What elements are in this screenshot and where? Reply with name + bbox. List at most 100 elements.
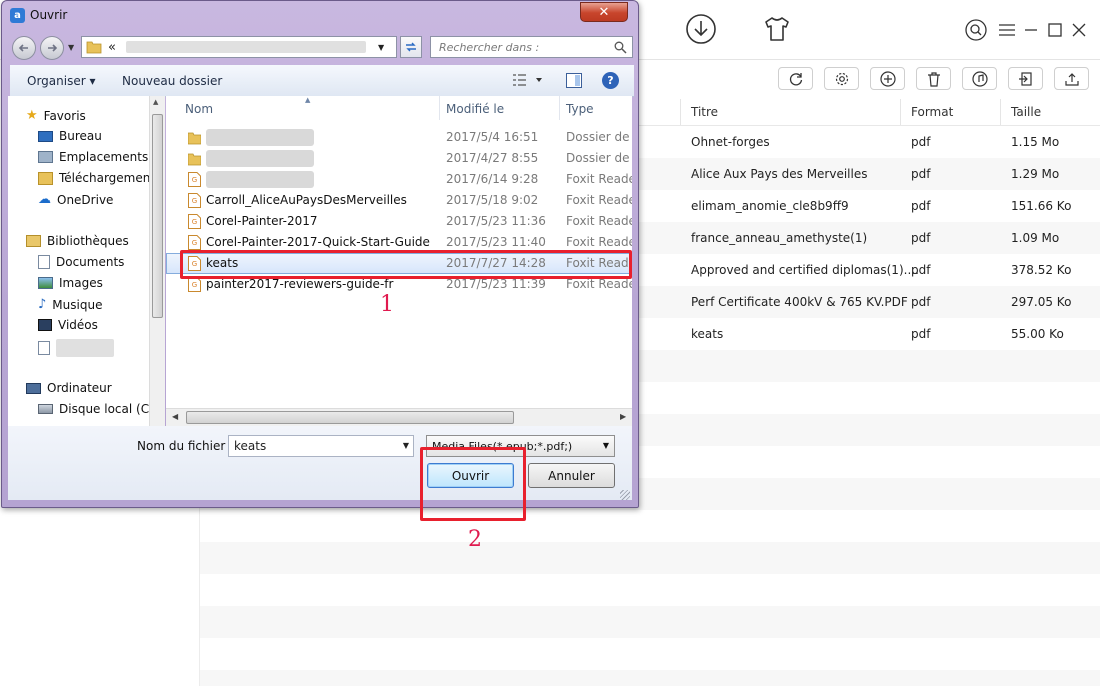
nav-favorites[interactable]: ★ Favoris [26, 108, 86, 123]
column-size[interactable]: Taille [1011, 105, 1041, 119]
scroll-left-icon[interactable]: ◀ [172, 412, 178, 421]
nav-favorites-label: Favoris [43, 108, 86, 123]
dialog-close-button[interactable]: ✕ [580, 2, 628, 22]
file-modified: 2017/6/14 9:28 [446, 172, 539, 186]
computer-icon [26, 382, 41, 394]
menu-icon[interactable] [995, 16, 1019, 44]
refresh-location-button[interactable] [400, 36, 422, 58]
column-type[interactable]: Type [566, 102, 594, 116]
nav-item-desktop[interactable]: Bureau [38, 129, 102, 143]
nav-scroll-thumb[interactable] [152, 114, 163, 318]
add-button[interactable] [870, 67, 905, 90]
file-row[interactable]: 2017/5/4 16:51 Dossier de fi [166, 127, 632, 148]
chevron-down-icon[interactable]: ▼ [378, 43, 384, 52]
view-options-icon[interactable] [512, 73, 542, 90]
nav-item-label: Bureau [59, 129, 102, 143]
close-icon[interactable] [1067, 16, 1091, 44]
nav-item-local-disk[interactable]: Disque local (C:) [38, 402, 158, 416]
export-button[interactable] [1054, 67, 1089, 90]
file-type: Foxit Reader [566, 193, 632, 207]
column-name[interactable]: Nom [185, 102, 213, 116]
to-itunes-button[interactable] [962, 67, 997, 90]
file-name: Corel-Painter-2017 [206, 214, 318, 228]
magnifier-icon [614, 41, 627, 54]
horizontal-scroll-thumb[interactable] [186, 411, 514, 424]
row-size: 151.66 Ko [1011, 199, 1072, 213]
filename-input[interactable]: keats ▼ [228, 435, 414, 457]
import-button[interactable] [1008, 67, 1043, 90]
resize-grip[interactable] [620, 490, 630, 500]
empty-row [200, 670, 1100, 686]
cancel-button[interactable]: Annuler [528, 463, 615, 488]
search-placeholder: Rechercher dans : [439, 40, 540, 54]
organize-menu[interactable]: Organiser ▾ [27, 74, 95, 88]
nav-item-label: Téléchargements [59, 171, 162, 185]
chevron-down-icon[interactable]: ▼ [603, 441, 609, 450]
nav-item-onedrive[interactable]: ☁ OneDrive [38, 192, 113, 207]
folder-icon [86, 41, 102, 54]
refresh-button[interactable] [778, 67, 813, 90]
column-modified[interactable]: Modifié le [446, 102, 504, 116]
nav-item-downloads[interactable]: Téléchargements [38, 171, 161, 185]
row-title: Approved and certified diplomas(1).... [691, 263, 919, 277]
chevron-down-icon[interactable]: ▼ [403, 441, 409, 450]
file-modified: 2017/5/23 11:40 [446, 235, 546, 249]
filename-value: keats [234, 439, 267, 453]
nav-computer[interactable]: Ordinateur [26, 381, 112, 395]
row-size: 1.15 Mo [1011, 135, 1060, 149]
nav-item-music[interactable]: ♪ Musique [38, 297, 102, 312]
back-button[interactable] [12, 36, 36, 60]
file-name: Carroll_AliceAuPaysDesMerveilles [206, 193, 407, 207]
settings-button[interactable] [824, 67, 859, 90]
nav-item-documents[interactable]: Documents [38, 255, 124, 269]
hard-drive-icon [38, 404, 53, 414]
maximize-icon[interactable] [1043, 16, 1067, 44]
tshirt-icon[interactable] [760, 12, 794, 46]
row-title: france_anneau_amethyste(1) [691, 231, 868, 245]
new-folder-button[interactable]: Nouveau dossier [122, 74, 222, 88]
pdf-file-icon: G [188, 277, 201, 292]
row-format: pdf [911, 167, 931, 181]
document-icon [38, 255, 50, 269]
nav-computer-label: Ordinateur [47, 381, 112, 395]
column-title[interactable]: Titre [691, 105, 718, 119]
pdf-file-icon: G [188, 193, 201, 208]
minimize-icon[interactable] [1019, 16, 1043, 44]
nav-item-recent-places[interactable]: Emplacements ré [38, 150, 164, 164]
file-list-horizontal-scrollbar[interactable]: ◀ ▶ [166, 408, 632, 426]
preview-pane-icon[interactable] [566, 73, 582, 91]
address-bar[interactable]: « ▼ [81, 36, 397, 58]
column-format[interactable]: Format [911, 105, 953, 119]
download-icon[interactable] [684, 12, 718, 46]
history-dropdown-icon[interactable]: ▼ [68, 43, 74, 52]
nav-scrollbar[interactable]: ▲ [149, 96, 165, 426]
search-input[interactable]: Rechercher dans : [430, 36, 633, 58]
empty-row [200, 574, 1100, 606]
arrow-left-icon [18, 44, 28, 52]
forward-button[interactable] [40, 36, 64, 60]
nav-item-videos[interactable]: Vidéos [38, 318, 98, 332]
recent-places-icon [38, 151, 53, 163]
scroll-right-icon[interactable]: ▶ [620, 412, 626, 421]
file-row[interactable]: G 2017/6/14 9:28 Foxit Reader [166, 169, 632, 190]
row-format: pdf [911, 327, 931, 341]
row-title: keats [691, 327, 724, 341]
file-row[interactable]: G Corel-Painter-2017 2017/5/23 11:36 Fox… [166, 211, 632, 232]
nav-item-images[interactable]: Images [38, 276, 103, 290]
file-type: Dossier de fi [566, 130, 632, 144]
file-row[interactable]: 2017/4/27 8:55 Dossier de fi [166, 148, 632, 169]
file-row[interactable]: G Carroll_AliceAuPaysDesMerveilles 2017/… [166, 190, 632, 211]
scroll-up-icon[interactable]: ▲ [153, 98, 158, 106]
pdf-file-icon: G [188, 172, 201, 187]
nav-item-redacted[interactable] [38, 339, 114, 357]
desktop-icon [38, 130, 53, 142]
refresh-arrows-icon [406, 42, 416, 52]
search-icon[interactable] [964, 16, 988, 44]
row-title: elimam_anomie_cle8b9ff9 [691, 199, 849, 213]
gear-icon [835, 72, 848, 85]
nav-libraries[interactable]: Bibliothèques [26, 234, 129, 248]
film-icon [38, 319, 52, 331]
downloads-folder-icon [38, 171, 53, 185]
delete-button[interactable] [916, 67, 951, 90]
help-icon[interactable]: ? [602, 72, 619, 89]
